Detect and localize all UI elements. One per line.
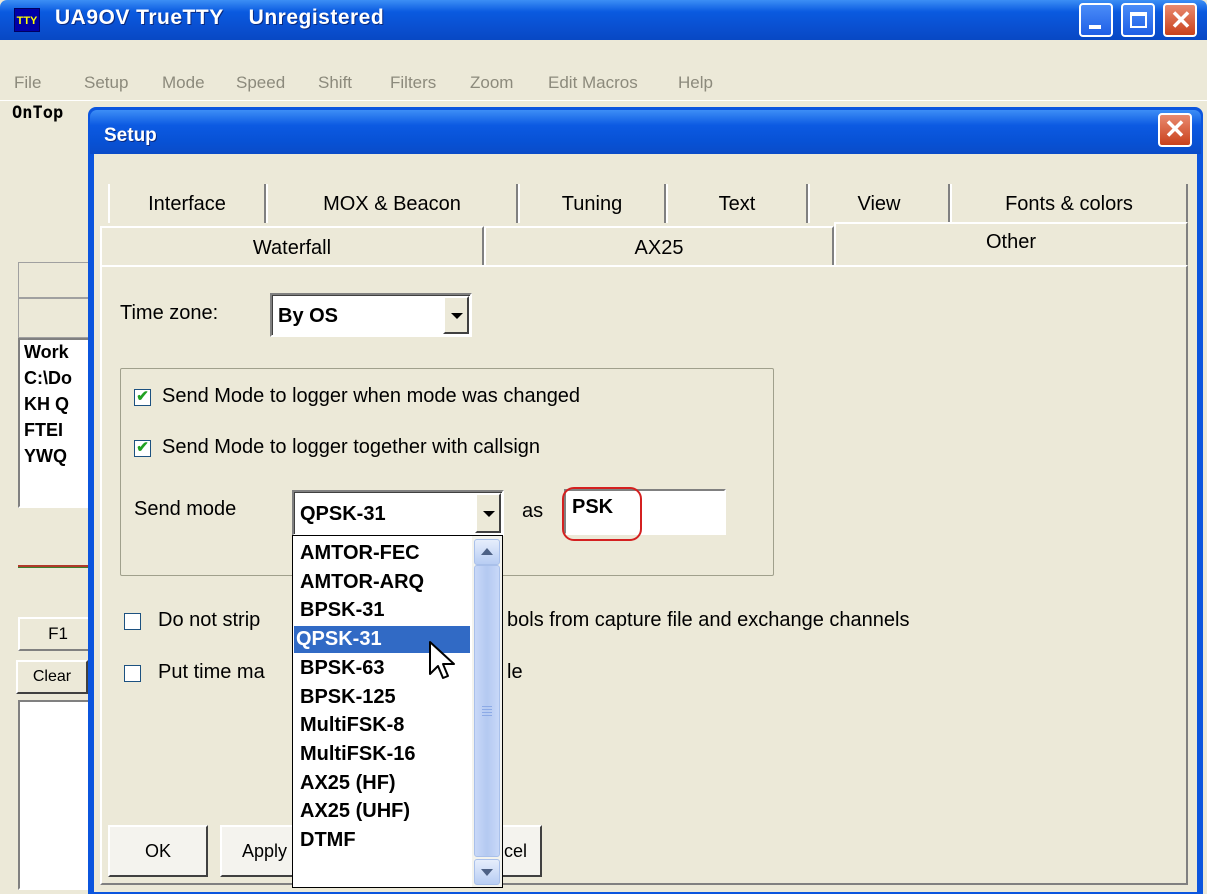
grip-line [482, 709, 492, 710]
setup-titlebar [90, 110, 1201, 154]
dropdown-item[interactable]: AX25 (UHF) [298, 798, 470, 825]
grip-line [482, 715, 492, 716]
menu-edit-macros[interactable]: Edit Macros [548, 73, 638, 93]
tab-other[interactable]: Other [834, 222, 1188, 267]
check-icon: ✔ [136, 439, 149, 456]
window-title: UA9OV TrueTTY Unregistered [55, 6, 385, 29]
log-line: YWQ [24, 446, 67, 466]
send-mode-label: Send mode [134, 498, 237, 520]
log-line: KH Q [24, 394, 69, 414]
minimize-icon [1089, 25, 1101, 29]
do-not-strip-checkbox[interactable] [124, 613, 141, 630]
f1-button[interactable]: F1 [18, 617, 98, 651]
do-not-strip-label-rest: bols from capture file and exchange chan… [507, 609, 910, 631]
send-mode-dropdown-button[interactable] [475, 493, 501, 533]
close-icon: ✕ [1170, 5, 1192, 35]
dropdown-item[interactable]: AMTOR-FEC [298, 540, 470, 567]
scrollbar-thumb[interactable] [474, 565, 500, 857]
maximize-button[interactable] [1121, 3, 1155, 37]
tab-interface[interactable]: Interface [108, 184, 266, 223]
tab-ax25[interactable]: AX25 [484, 226, 834, 265]
app-icon: TTY [14, 8, 40, 32]
menu-zoom[interactable]: Zoom [470, 73, 513, 93]
ontop-button[interactable]: OnTop [12, 103, 63, 123]
chevron-up-icon [481, 548, 493, 555]
time-zone-dropdown-button[interactable] [443, 296, 469, 334]
dropdown-item[interactable]: AX25 (HF) [298, 770, 470, 797]
setup-close-button[interactable]: ✕ [1158, 113, 1192, 147]
log-line: C:\Do [24, 368, 72, 388]
send-mode-on-change-checkbox[interactable]: ✔ [134, 389, 151, 406]
menu-speed[interactable]: Speed [236, 73, 285, 93]
main-rx-area[interactable] [18, 700, 98, 890]
time-zone-combo[interactable]: By OS [270, 293, 472, 337]
tab-mox-beacon[interactable]: MOX & Beacon [266, 184, 518, 223]
send-mode-with-callsign-label: Send Mode to logger together with callsi… [162, 436, 541, 458]
menu-setup[interactable]: Setup [84, 73, 128, 93]
chevron-down-icon [451, 313, 463, 319]
main-log-list[interactable]: Work C:\Do KH Q FTEI YWQ [18, 338, 96, 508]
menu-filters[interactable]: Filters [390, 73, 436, 93]
put-time-label: Put time ma [158, 661, 265, 683]
log-line: Work [24, 342, 69, 362]
dropdown-item[interactable]: BPSK-31 [298, 597, 470, 624]
menu-help[interactable]: Help [678, 73, 713, 93]
tab-text[interactable]: Text [666, 184, 808, 223]
send-mode-combo[interactable]: QPSK-31 [292, 490, 504, 536]
tab-waterfall[interactable]: Waterfall [100, 226, 484, 265]
ok-button[interactable]: OK [108, 825, 208, 877]
highlight-circle [562, 487, 642, 541]
do-not-strip-label: Do not strip [158, 609, 261, 631]
send-mode-on-change-label: Send Mode to logger when mode was change… [162, 385, 581, 407]
chevron-down-icon [481, 869, 493, 876]
as-label: as [522, 500, 544, 522]
main-left-frame [0, 130, 18, 894]
time-zone-value: By OS [278, 305, 339, 327]
tab-view[interactable]: View [808, 184, 950, 223]
close-button[interactable]: ✕ [1163, 3, 1197, 37]
main-panel [18, 262, 98, 298]
maximize-icon [1130, 12, 1147, 28]
grip-line [482, 706, 492, 707]
menu-file[interactable]: File [14, 73, 41, 93]
send-mode-value: QPSK-31 [300, 503, 386, 525]
dropdown-item[interactable]: AMTOR-ARQ [298, 569, 470, 596]
tab-fonts-colors[interactable]: Fonts & colors [950, 184, 1188, 223]
tab-tuning[interactable]: Tuning [518, 184, 666, 223]
put-time-label-rest: le [507, 661, 523, 683]
scroll-down-button[interactable] [474, 859, 500, 885]
dropdown-item[interactable]: MultiFSK-8 [298, 712, 470, 739]
scroll-up-button[interactable] [474, 539, 500, 565]
clear-button[interactable]: Clear [16, 660, 88, 694]
close-icon: ✕ [1164, 114, 1186, 144]
main-panel [18, 298, 98, 338]
dropdown-item[interactable]: DTMF [298, 827, 470, 854]
mouse-cursor-icon [429, 641, 455, 679]
check-icon: ✔ [136, 388, 149, 405]
put-time-checkbox[interactable] [124, 665, 141, 682]
menu-mode[interactable]: Mode [162, 73, 205, 93]
chevron-down-icon [483, 511, 495, 517]
send-mode-with-callsign-checkbox[interactable]: ✔ [134, 440, 151, 457]
minimize-button[interactable] [1079, 3, 1113, 37]
time-zone-label: Time zone: [120, 302, 219, 324]
setup-title: Setup [104, 125, 157, 146]
grip-line [482, 712, 492, 713]
log-line: FTEI [24, 420, 63, 440]
menu-shift[interactable]: Shift [318, 73, 352, 93]
dropdown-item[interactable]: MultiFSK-16 [298, 741, 470, 768]
